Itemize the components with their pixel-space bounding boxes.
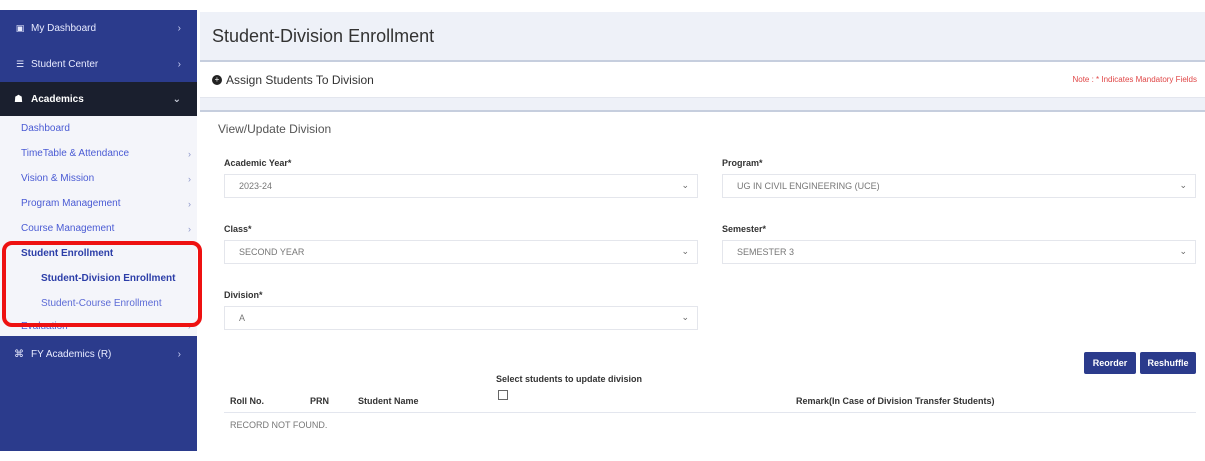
sidebar-sub-label: Program Management (21, 198, 121, 209)
chevron-down-icon: ⌄ (681, 246, 689, 256)
sidebar-sub-label: Student-Course Enrollment (41, 298, 162, 309)
sidebar-link-student-course-enrollment[interactable]: Student-Course Enrollment (0, 291, 197, 316)
book-icon: ⌘ (14, 348, 24, 360)
division-value: A (239, 313, 246, 323)
academics-icon: ☗ (14, 93, 23, 105)
sidebar-sub-label: Vision & Mission (21, 173, 95, 184)
chevron-right-icon: › (188, 173, 191, 184)
sidebar-sub-dashboard[interactable]: Dashboard (0, 116, 197, 141)
division-label: Division* (224, 290, 263, 300)
page-title: Student-Division Enrollment (212, 25, 435, 46)
sidebar-sub-course-management[interactable]: Course Management › (0, 216, 197, 241)
sidebar-fill (0, 369, 197, 451)
division-select[interactable]: A ⌄ (224, 306, 698, 330)
column-header-prn: PRN (310, 396, 330, 406)
sidebar-sub-timetable[interactable]: TimeTable & Attendance › (0, 141, 197, 166)
reorder-button[interactable]: Reorder (1084, 352, 1136, 374)
sidebar-item-label: Student Center (31, 58, 99, 70)
sidebar-sub-vision[interactable]: Vision & Mission › (0, 166, 197, 191)
sidebar-item-academics[interactable]: ☗ Academics ⌄ (0, 82, 197, 116)
class-select[interactable]: SECOND YEAR ⌄ (224, 240, 698, 264)
academic-year-label: Academic Year* (224, 158, 292, 168)
section-divider (200, 98, 1205, 112)
chevron-right-icon: › (188, 148, 191, 159)
sidebar-sub-label: TimeTable & Attendance (21, 148, 130, 159)
dashboard-icon: ▣ (15, 22, 25, 33)
class-value: SECOND YEAR (239, 247, 305, 257)
chevron-right-icon: › (188, 321, 191, 331)
chevron-right-icon: › (188, 198, 191, 209)
sidebar-sub-label: Student Enrollment (21, 248, 114, 259)
sidebar-item-fy-academics[interactable]: ⌘ FY Academics (R) › (0, 336, 197, 372)
column-header-roll-no: Roll No. (230, 396, 264, 406)
program-value: UG IN CIVIL ENGINEERING (UCE) (737, 181, 880, 191)
academic-year-select[interactable]: 2023-24 ⌄ (224, 174, 698, 198)
sidebar-item-student-center[interactable]: ☰ Student Center › (0, 46, 197, 82)
section-header[interactable]: + Assign Students To Division Note : * I… (200, 62, 1205, 98)
sidebar-item-label: FY Academics (R) (31, 348, 112, 360)
division-panel: View/Update Division Academic Year* 2023… (200, 112, 1205, 459)
panel-title: View/Update Division (218, 122, 332, 136)
chevron-right-icon: › (188, 223, 191, 234)
student-icon: ☰ (15, 58, 25, 69)
sidebar-sub-evaluation[interactable]: Evaluation › (0, 316, 197, 336)
mandatory-note: Note : * Indicates Mandatory Fields (1072, 75, 1197, 84)
chevron-down-icon: ⌄ (172, 93, 181, 105)
chevron-right-icon: › (177, 348, 181, 360)
sidebar-sub-label: Dashboard (21, 123, 70, 134)
sidebar-item-label: My Dashboard (31, 22, 97, 34)
academic-year-value: 2023-24 (239, 181, 273, 191)
chevron-down-icon: ⌄ (1179, 180, 1187, 190)
sidebar-sub-program-management[interactable]: Program Management › (0, 191, 197, 216)
column-header-remark: Remark(In Case of Division Transfer Stud… (796, 396, 995, 406)
sidebar-item-label: Academics (31, 93, 84, 105)
class-label: Class* (224, 224, 252, 234)
page-header: Student-Division Enrollment (200, 12, 1205, 62)
chevron-right-icon: › (177, 58, 181, 70)
select-all-checkbox[interactable] (498, 390, 508, 400)
select-students-note: Select students to update division (496, 374, 643, 384)
semester-select[interactable]: SEMESTER 3 ⌄ (722, 240, 1196, 264)
chevron-right-icon: › (177, 22, 181, 34)
table-divider (224, 412, 1196, 413)
semester-value: SEMESTER 3 (737, 247, 795, 257)
semester-label: Semester* (722, 224, 767, 234)
sidebar-sub-label: Student-Division Enrollment (41, 273, 176, 284)
sidebar-sub-label: Course Management (21, 223, 115, 234)
sidebar-sub-label: Evaluation (21, 320, 68, 332)
program-label: Program* (722, 158, 763, 168)
chevron-down-icon: ⌄ (681, 180, 689, 190)
chevron-down-icon: ⌄ (1179, 246, 1187, 256)
main-content: Student-Division Enrollment + Assign Stu… (200, 12, 1205, 461)
sidebar-link-student-division-enrollment[interactable]: Student-Division Enrollment (0, 266, 197, 291)
empty-state-text: RECORD NOT FOUND. (230, 420, 328, 430)
reshuffle-button[interactable]: Reshuffle (1140, 352, 1196, 374)
plus-circle-icon[interactable]: + (212, 74, 222, 85)
sidebar-sub-student-enrollment[interactable]: Student Enrollment (0, 241, 197, 266)
program-select[interactable]: UG IN CIVIL ENGINEERING (UCE) ⌄ (722, 174, 1196, 198)
chevron-down-icon: ⌄ (681, 312, 689, 322)
column-header-student-name: Student Name (358, 396, 419, 406)
section-title: Assign Students To Division (226, 72, 374, 87)
sidebar-item-my-dashboard[interactable]: ▣ My Dashboard › (0, 10, 197, 46)
